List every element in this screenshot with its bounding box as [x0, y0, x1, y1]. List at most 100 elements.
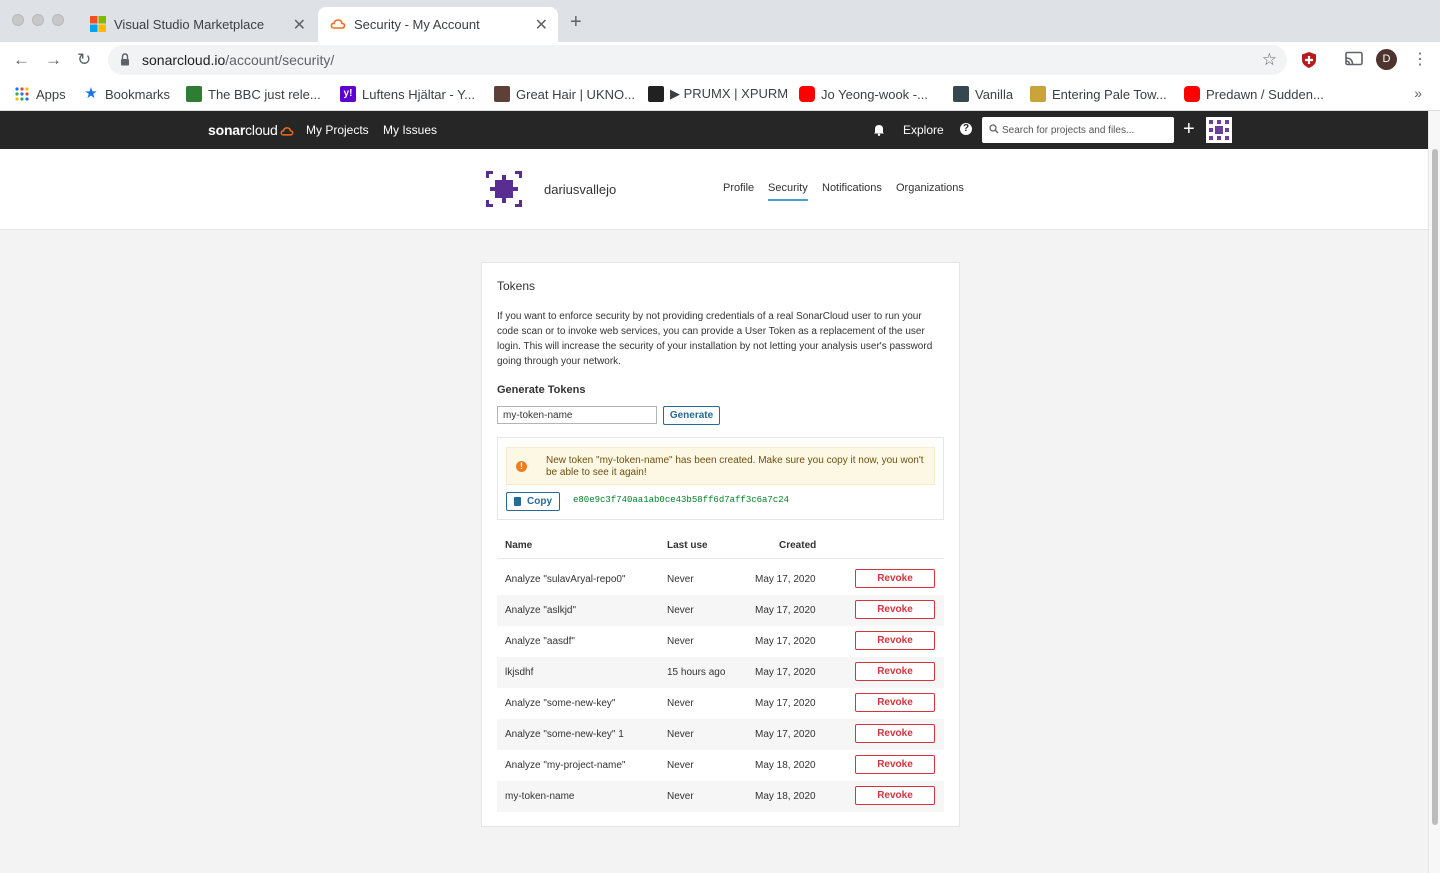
tab-title: Visual Studio Marketplace: [114, 17, 265, 32]
account-header: dariusvallejo Profile Security Notificat…: [0, 149, 1428, 230]
token-last-use: Never: [667, 729, 694, 740]
nav-my-issues[interactable]: My Issues: [383, 123, 437, 137]
bookmark-bookmarks-folder[interactable]: ★ Bookmarks: [83, 85, 170, 103]
sonarcloud-navbar: sonarcloud My Projects My Issues Explore…: [0, 111, 1428, 149]
nav-my-projects[interactable]: My Projects: [306, 123, 369, 137]
new-token-warning: ! New token "my-token-name" has been cre…: [506, 447, 935, 485]
bookmark-prumx[interactable]: ▶ PRUMX | XPURM: [648, 85, 788, 103]
back-arrow-icon[interactable]: ←: [13, 50, 30, 70]
bookmark-entering-pale-tower[interactable]: Entering Pale Tow...: [1030, 85, 1167, 103]
tab-visual-studio-marketplace[interactable]: Visual Studio Marketplace ✕: [78, 7, 316, 42]
clipboard-icon: [514, 497, 521, 506]
table-row: Analyze "aasdf" Never May 17, 2020 Revok…: [497, 626, 944, 657]
browser-toolbar: ← → ↻ sonarcloud.io/account/security/ ☆ …: [0, 42, 1440, 78]
tokens-title: Tokens: [497, 279, 536, 293]
token-name: lkjsdhf: [505, 667, 534, 678]
bookmark-apps[interactable]: Apps: [14, 85, 66, 103]
site-favicon-icon: [648, 86, 664, 102]
new-tab-button[interactable]: +: [570, 12, 582, 32]
tab-security-my-account[interactable]: Security - My Account ✕: [318, 7, 558, 42]
token-value: e80e9c3f740aa1ab0ce43b58ff6d7aff3c6a7c24: [573, 495, 790, 505]
bookmark-label: Predawn / Sudden...: [1206, 86, 1324, 102]
global-search[interactable]: [982, 117, 1174, 143]
revoke-button[interactable]: Revoke: [855, 569, 935, 588]
site-favicon-icon: [953, 86, 969, 102]
star-icon: ★: [84, 85, 98, 102]
browser-profile-avatar[interactable]: D: [1376, 49, 1397, 70]
table-row: Analyze "some-new-key" 1 Never May 17, 2…: [497, 719, 944, 750]
logo-text-bold: sonar: [208, 122, 246, 138]
tab-profile[interactable]: Profile: [723, 182, 754, 194]
token-created: May 17, 2020: [755, 636, 816, 647]
bookmark-label: Entering Pale Tow...: [1052, 86, 1167, 102]
tab-security[interactable]: Security: [768, 182, 808, 201]
bookmark-star-icon[interactable]: ☆: [1262, 50, 1277, 70]
window-close-button[interactable]: [12, 14, 24, 26]
user-avatar[interactable]: [1206, 117, 1232, 143]
copy-token-button[interactable]: Copy: [506, 492, 560, 511]
scrollbar-thumb[interactable]: [1432, 149, 1438, 825]
bell-icon[interactable]: [873, 123, 885, 136]
revoke-button[interactable]: Revoke: [855, 662, 935, 681]
bookmark-label: ▶ PRUMX | XPURM: [670, 86, 789, 101]
tokens-card: Tokens If you want to enforce security b…: [481, 262, 960, 827]
generate-button[interactable]: Generate: [663, 406, 720, 425]
shield-extension-icon[interactable]: [1301, 51, 1317, 69]
token-name: Analyze "sulavAryal-repo0": [505, 574, 626, 585]
nav-explore[interactable]: Explore: [903, 123, 944, 137]
bookmark-luftens-hjaltar[interactable]: y! Luftens Hjältar - Y...: [340, 85, 475, 103]
browser-menu-icon[interactable]: ⋮: [1412, 49, 1428, 69]
bookmark-great-hair[interactable]: Great Hair | UKNO...: [494, 85, 635, 103]
revoke-button[interactable]: Revoke: [855, 755, 935, 774]
address-bar[interactable]: sonarcloud.io/account/security/ ☆: [108, 45, 1287, 75]
token-name: Analyze "my-project-name": [505, 760, 626, 771]
tab-notifications[interactable]: Notifications: [822, 182, 882, 194]
bookmark-predawn[interactable]: Predawn / Sudden...: [1184, 85, 1324, 103]
token-name: Analyze "aslkjd": [505, 605, 577, 616]
add-plus-icon[interactable]: +: [1183, 118, 1195, 140]
token-created: May 17, 2020: [755, 605, 816, 616]
table-row: Analyze "my-project-name" Never May 18, …: [497, 750, 944, 781]
table-row: Analyze "aslkjd" Never May 17, 2020 Revo…: [497, 595, 944, 626]
forward-arrow-icon[interactable]: →: [45, 50, 62, 70]
warning-text: New token "my-token-name" has been creat…: [546, 455, 924, 478]
sonarcloud-logo[interactable]: sonarcloud: [208, 122, 294, 138]
bookmark-jo-yeong-wook[interactable]: Jo Yeong-wook -...: [799, 85, 928, 103]
revoke-button[interactable]: Revoke: [855, 631, 935, 650]
revoke-button[interactable]: Revoke: [855, 693, 935, 712]
token-name: Analyze "some-new-key" 1: [505, 729, 624, 740]
table-row: my-token-name Never May 18, 2020 Revoke: [497, 781, 944, 812]
warning-icon: !: [516, 461, 527, 472]
page-scrollbar[interactable]: [1428, 111, 1440, 873]
revoke-button[interactable]: Revoke: [855, 786, 935, 805]
table-row: Analyze "some-new-key" Never May 17, 202…: [497, 688, 944, 719]
new-token-panel: ! New token "my-token-name" has been cre…: [497, 437, 944, 520]
search-input[interactable]: [1002, 121, 1167, 139]
microsoft-logo-icon: [90, 16, 106, 32]
bookmark-vanilla[interactable]: Vanilla: [953, 85, 1013, 103]
cast-icon[interactable]: [1345, 51, 1363, 67]
table-row: Analyze "sulavAryal-repo0" Never May 17,…: [497, 564, 944, 595]
youtube-icon: [1184, 86, 1200, 102]
account-username: dariusvallejo: [544, 182, 617, 197]
youtube-icon: [799, 86, 815, 102]
bookmark-bbc[interactable]: The BBC just rele...: [186, 85, 321, 103]
help-icon[interactable]: ?: [960, 123, 972, 135]
revoke-button[interactable]: Revoke: [855, 600, 935, 619]
revoke-button[interactable]: Revoke: [855, 724, 935, 743]
token-name: Analyze "aasdf": [505, 636, 575, 647]
window-minimize-button[interactable]: [32, 14, 44, 26]
more-bookmarks-chevron-icon[interactable]: »: [1414, 85, 1422, 101]
column-last-use: Last use: [667, 540, 708, 551]
token-name-input[interactable]: [497, 406, 657, 424]
window-zoom-button[interactable]: [52, 14, 64, 26]
tab-organizations[interactable]: Organizations: [896, 182, 964, 194]
bookmark-label: Vanilla: [975, 86, 1014, 102]
token-last-use: Never: [667, 698, 694, 709]
reload-icon[interactable]: ↻: [77, 50, 91, 70]
table-row: lkjsdhf 15 hours ago May 17, 2020 Revoke: [497, 657, 944, 688]
url-path: /account/security/: [225, 52, 335, 68]
site-favicon-icon: [494, 86, 510, 102]
close-icon[interactable]: ✕: [293, 15, 306, 35]
close-icon[interactable]: ✕: [535, 15, 548, 35]
